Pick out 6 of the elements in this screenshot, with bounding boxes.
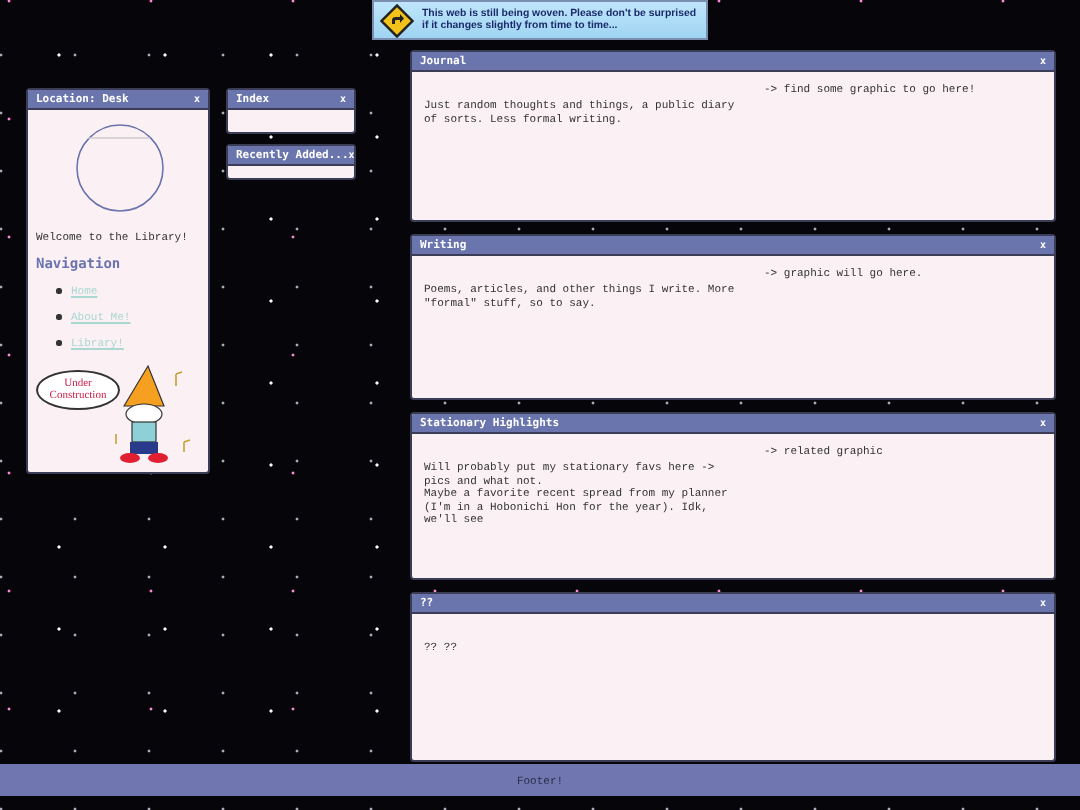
bullet-icon: [56, 314, 61, 320]
warning-sign-icon: [380, 3, 414, 37]
circle-frame-drawing: [76, 124, 164, 212]
bullet-icon: [56, 340, 61, 346]
character-drawing: [115, 364, 191, 463]
bullet-icon: [56, 288, 61, 294]
